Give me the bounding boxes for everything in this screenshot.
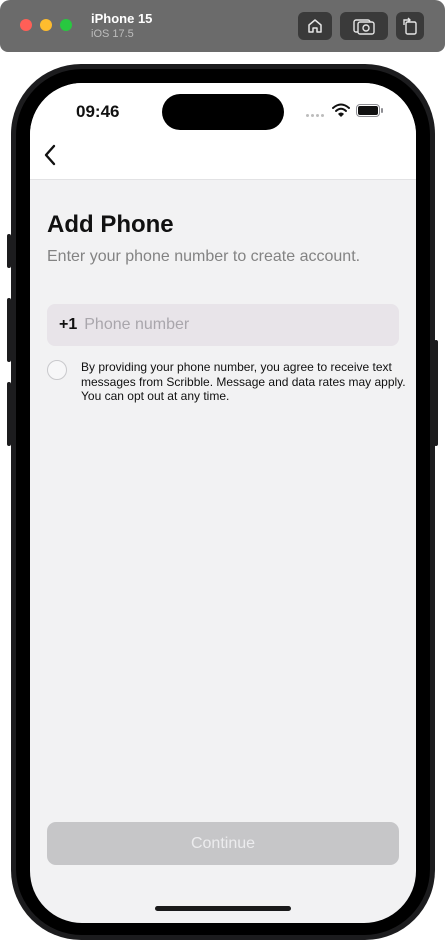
simulator-title-bar: iPhone 15 iOS 17.5	[0, 0, 445, 52]
back-button[interactable]	[36, 141, 64, 169]
country-code[interactable]: +1	[59, 316, 77, 334]
simulator-rotate-button[interactable]	[396, 12, 424, 40]
page-title: Add Phone	[47, 211, 174, 238]
screenshot-icon	[353, 19, 375, 35]
phone-field: +1	[47, 304, 399, 346]
volume-down-button	[7, 382, 11, 446]
app-screen: 09:46 Add Phone Enter your phone number …	[30, 83, 416, 923]
os-version: iOS 17.5	[91, 28, 134, 40]
power-button	[434, 340, 438, 446]
close-window-button[interactable]	[20, 19, 32, 31]
home-indicator	[155, 906, 291, 911]
continue-button[interactable]: Continue	[47, 822, 399, 865]
simulator-home-button[interactable]	[298, 12, 332, 40]
device-name: iPhone 15	[91, 11, 153, 26]
volume-up-button	[7, 298, 11, 362]
wifi-icon	[332, 103, 350, 117]
status-time: 09:46	[76, 102, 120, 121]
simulator-screenshot-button[interactable]	[340, 12, 388, 40]
consent-checkbox[interactable]	[47, 360, 67, 380]
phone-number-input[interactable]	[84, 316, 375, 334]
cellular-dots-icon	[306, 114, 324, 117]
rotate-icon	[403, 17, 417, 35]
zoom-window-button[interactable]	[60, 19, 72, 31]
chevron-left-icon	[44, 144, 56, 166]
page-subtitle: Enter your phone number to create accoun…	[47, 248, 361, 265]
minimize-window-button[interactable]	[40, 19, 52, 31]
action-button	[7, 234, 11, 268]
home-icon	[308, 19, 322, 33]
consent-text: By providing your phone number, you agre…	[81, 360, 406, 403]
battery-icon	[356, 104, 383, 117]
header: 09:46	[30, 83, 416, 180]
dynamic-island	[162, 94, 284, 130]
